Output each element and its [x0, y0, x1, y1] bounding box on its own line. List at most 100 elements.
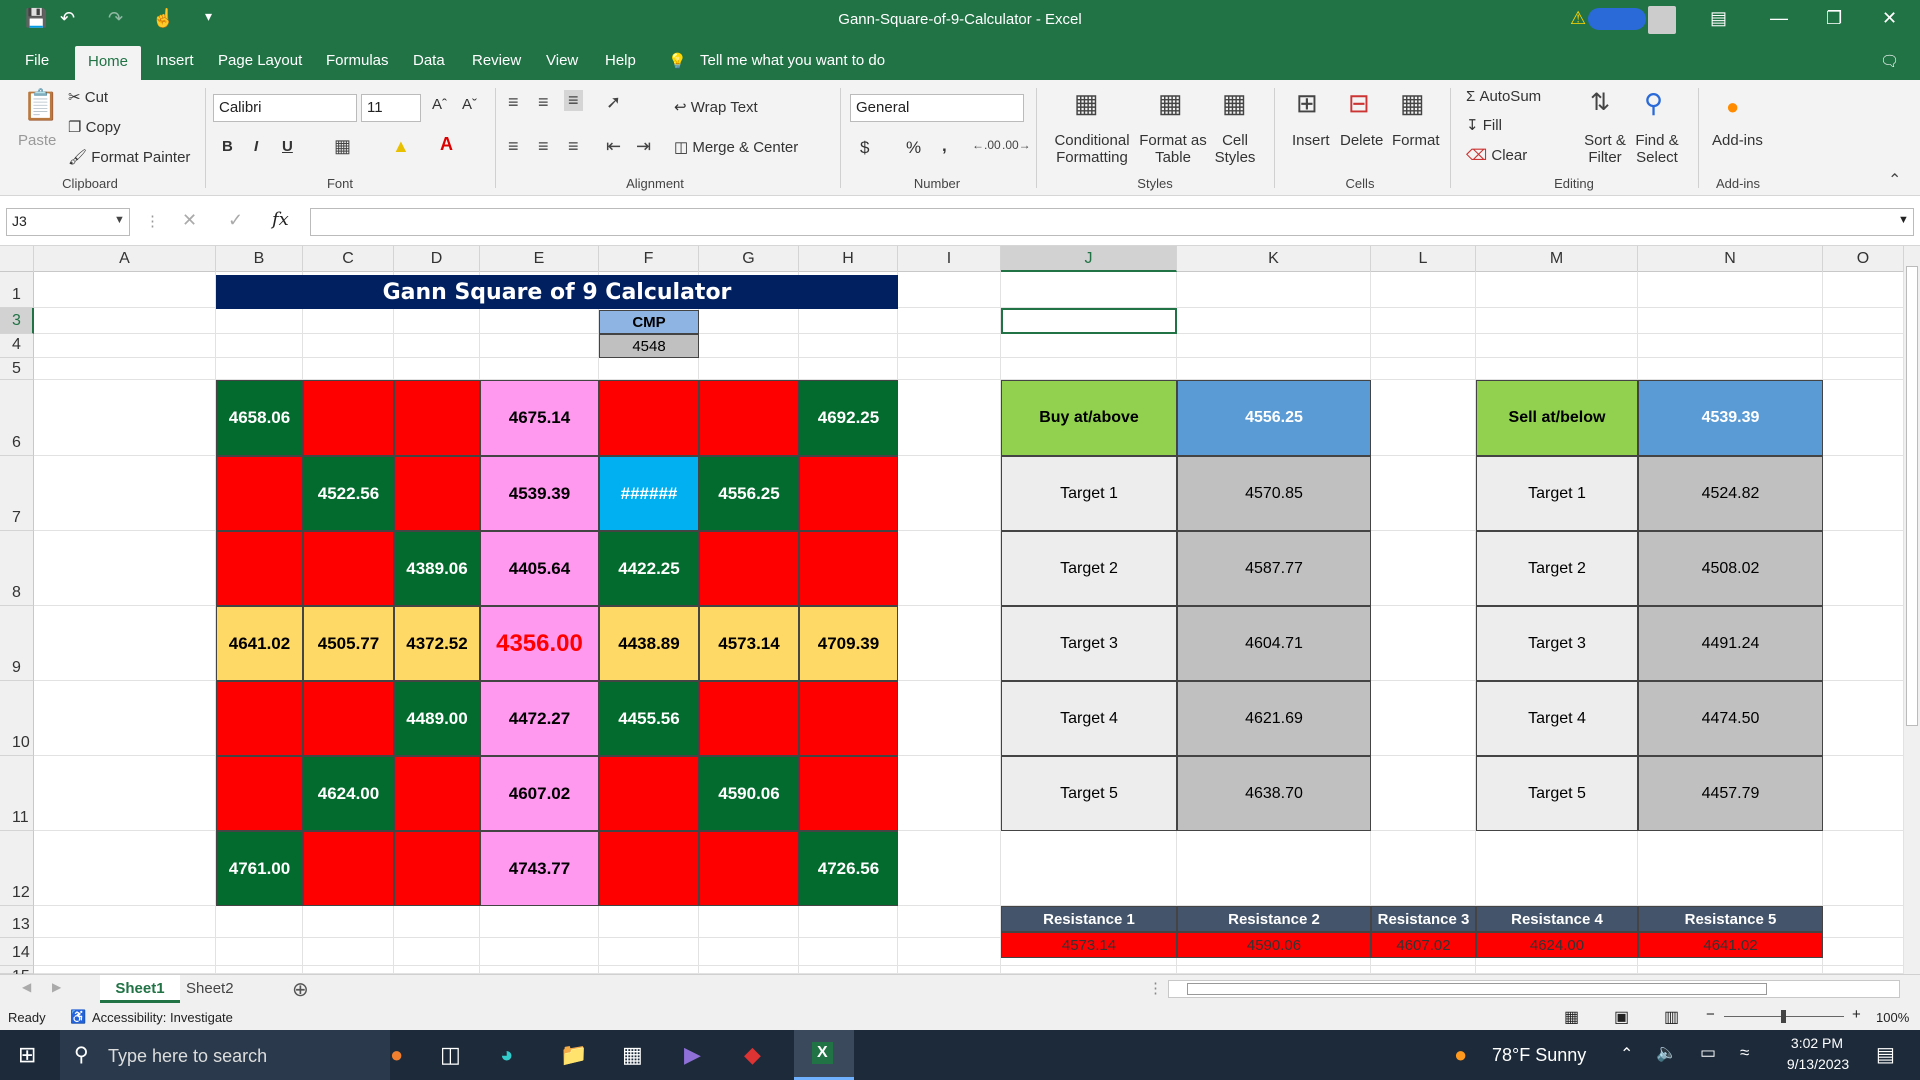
- gann-cell[interactable]: 4573.14: [699, 606, 799, 681]
- shrink-font-button[interactable]: Aˇ: [462, 96, 477, 113]
- tab-help[interactable]: Help: [605, 52, 636, 69]
- comma-button[interactable]: ,: [942, 136, 947, 156]
- row-header-1[interactable]: 1: [0, 272, 34, 308]
- gann-cell[interactable]: 4607.02: [480, 756, 599, 831]
- gann-cell[interactable]: [394, 831, 480, 906]
- paste-button[interactable]: Paste: [18, 132, 56, 149]
- gann-cell[interactable]: [799, 531, 898, 606]
- gann-cell[interactable]: 4624.00: [303, 756, 394, 831]
- tab-home[interactable]: Home: [75, 46, 141, 80]
- formula-input[interactable]: [310, 208, 1914, 236]
- gann-cell[interactable]: [216, 756, 303, 831]
- currency-button[interactable]: $: [860, 138, 869, 158]
- volume-icon[interactable]: 🔈: [1656, 1043, 1677, 1063]
- next-sheet-icon[interactable]: ▶: [52, 980, 61, 994]
- ribbon-display-options-icon[interactable]: ▤: [1710, 8, 1727, 29]
- gann-cell[interactable]: 4726.56: [799, 831, 898, 906]
- tab-view[interactable]: View: [546, 52, 578, 69]
- horizontal-scroll-thumb[interactable]: [1187, 983, 1767, 995]
- column-header-h[interactable]: H: [799, 246, 898, 272]
- orientation-icon[interactable]: ➚: [606, 92, 621, 113]
- show-hidden-icons[interactable]: ⌃: [1620, 1044, 1633, 1064]
- gann-cell[interactable]: [216, 456, 303, 531]
- gann-cell[interactable]: 4675.14: [480, 380, 599, 456]
- enter-icon[interactable]: ✓: [228, 210, 243, 231]
- sell-target-value[interactable]: 4524.82: [1638, 456, 1823, 531]
- sell-label[interactable]: Sell at/below: [1476, 380, 1638, 456]
- clock-time[interactable]: 3:02 PM: [1782, 1035, 1852, 1051]
- gann-cell[interactable]: [303, 531, 394, 606]
- resistance-value[interactable]: 4624.00: [1476, 932, 1638, 958]
- windows-start-icon[interactable]: ⊞: [18, 1042, 36, 1068]
- gann-cell[interactable]: 4472.27: [480, 681, 599, 756]
- align-right-icon[interactable]: ≡: [568, 136, 579, 157]
- font-size-select[interactable]: 11: [361, 94, 421, 122]
- tab-insert[interactable]: Insert: [156, 52, 194, 69]
- paste-icon[interactable]: 📋: [22, 88, 59, 123]
- app-icon[interactable]: ▶: [684, 1042, 701, 1068]
- column-header-k[interactable]: K: [1177, 246, 1371, 272]
- gann-cell[interactable]: [699, 681, 799, 756]
- vertical-scrollbar[interactable]: [1904, 246, 1920, 974]
- cancel-icon[interactable]: ✕: [182, 210, 197, 231]
- weather-text[interactable]: 78°F Sunny: [1492, 1045, 1586, 1066]
- gann-cell[interactable]: [303, 380, 394, 456]
- merge-center-button[interactable]: ◫ Merge & Center: [674, 138, 798, 156]
- gann-cell[interactable]: 4389.06: [394, 531, 480, 606]
- font-name-select[interactable]: Calibri: [213, 94, 357, 122]
- sell-target-label[interactable]: Target 1: [1476, 456, 1638, 531]
- expand-formula-bar-icon[interactable]: ▼: [1898, 214, 1909, 226]
- sell-value[interactable]: 4539.39: [1638, 380, 1823, 456]
- format-cells-button[interactable]: Format: [1392, 132, 1440, 149]
- resistance-value[interactable]: 4573.14: [1001, 932, 1177, 958]
- top-align-icon[interactable]: ≡: [508, 92, 519, 113]
- increase-indent-icon[interactable]: ⇥: [636, 136, 651, 157]
- taskbar-search[interactable]: ⚲ Type here to search: [60, 1030, 390, 1080]
- column-header-o[interactable]: O: [1823, 246, 1904, 272]
- grow-font-button[interactable]: Aˆ: [432, 96, 447, 113]
- resistance-label[interactable]: Resistance 1: [1001, 906, 1177, 932]
- name-box[interactable]: J3: [6, 208, 130, 236]
- gann-cell[interactable]: [216, 681, 303, 756]
- resistance-value[interactable]: 4590.06: [1177, 932, 1371, 958]
- row-header-15[interactable]: 15: [0, 966, 34, 974]
- horizontal-scrollbar[interactable]: [1168, 980, 1900, 998]
- row-header-6[interactable]: 6: [0, 380, 34, 456]
- gann-cell[interactable]: 4743.77: [480, 831, 599, 906]
- scroll-thumb[interactable]: [1906, 266, 1918, 726]
- sell-target-label[interactable]: Target 2: [1476, 531, 1638, 606]
- sell-target-value[interactable]: 4508.02: [1638, 531, 1823, 606]
- cell-styles-button[interactable]: Cell Styles: [1210, 132, 1260, 166]
- middle-align-icon[interactable]: ≡: [538, 92, 549, 113]
- buy-target-value[interactable]: 4638.70: [1177, 756, 1371, 831]
- wrap-text-button[interactable]: ↩ Wrap Text: [674, 98, 758, 116]
- percent-button[interactable]: %: [906, 138, 921, 158]
- gann-cell[interactable]: 4658.06: [216, 380, 303, 456]
- comments-icon[interactable]: 🗨: [1880, 52, 1899, 70]
- sheet-tab-sheet1[interactable]: Sheet1: [100, 975, 180, 1003]
- column-header-a[interactable]: A: [34, 246, 216, 272]
- accessibility-status[interactable]: Accessibility: Investigate: [92, 1010, 233, 1025]
- font-color-icon[interactable]: A: [440, 134, 453, 155]
- column-header-m[interactable]: M: [1476, 246, 1638, 272]
- zoom-level[interactable]: 100%: [1876, 1010, 1909, 1025]
- gann-cell[interactable]: 4372.52: [394, 606, 480, 681]
- buy-target-label[interactable]: Target 1: [1001, 456, 1177, 531]
- chevron-down-icon[interactable]: ▼: [114, 214, 125, 226]
- device-icon[interactable]: ▭: [1700, 1043, 1716, 1063]
- edge-icon[interactable]: ◕: [500, 1042, 513, 1068]
- row-header-12[interactable]: 12: [0, 831, 34, 906]
- selected-cell-j3[interactable]: [1001, 308, 1177, 334]
- column-header-e[interactable]: E: [480, 246, 599, 272]
- gann-cell[interactable]: 4405.64: [480, 531, 599, 606]
- add-sheet-icon[interactable]: ⊕: [292, 977, 309, 1002]
- cmp-value[interactable]: 4548: [599, 334, 699, 358]
- buy-target-value[interactable]: 4621.69: [1177, 681, 1371, 756]
- gann-cell[interactable]: [394, 380, 480, 456]
- gann-cell[interactable]: [699, 831, 799, 906]
- minimize-icon[interactable]: —: [1770, 8, 1788, 29]
- gann-cell[interactable]: 4692.25: [799, 380, 898, 456]
- worksheet-grid[interactable]: ABCDEFGHIJKLMNO 13456789101112131415 Gan…: [0, 246, 1904, 974]
- align-center-icon[interactable]: ≡: [538, 136, 549, 157]
- sell-target-value[interactable]: 4474.50: [1638, 681, 1823, 756]
